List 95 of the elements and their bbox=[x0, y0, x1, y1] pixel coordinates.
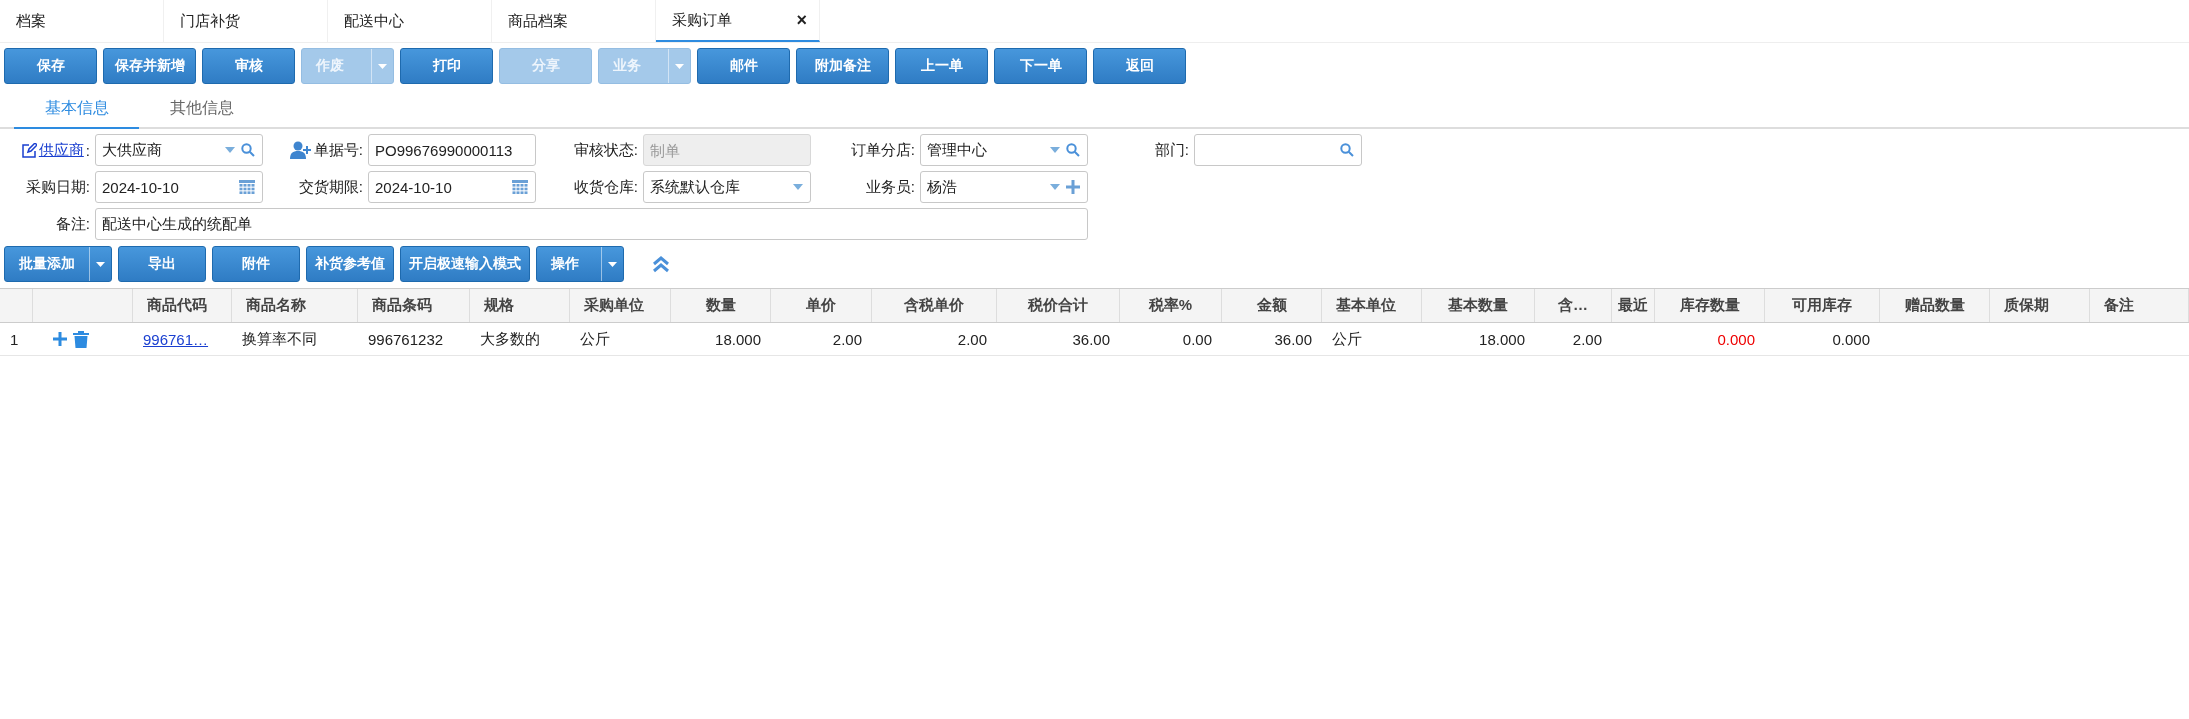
input-field[interactable]: 大供应商 bbox=[95, 134, 263, 166]
column-header[interactable]: 数量 bbox=[671, 289, 771, 322]
toolbar-button[interactable]: 下一单 bbox=[994, 48, 1087, 84]
toolbar-button[interactable]: 打印 bbox=[400, 48, 493, 84]
action-button[interactable]: 附件 bbox=[212, 246, 300, 282]
person-add-icon[interactable] bbox=[289, 141, 312, 159]
input-field[interactable]: 系统默认仓库 bbox=[643, 171, 811, 203]
table-cell-text: 0.00 bbox=[1181, 329, 1213, 350]
field-label: 业务员: bbox=[865, 177, 915, 197]
table-cell-text: 18.000 bbox=[1478, 329, 1526, 350]
sub-tab[interactable]: 基本信息 bbox=[14, 91, 139, 129]
column-header[interactable]: 规格 bbox=[470, 289, 570, 322]
field-label: 部门: bbox=[1154, 140, 1189, 160]
tab[interactable]: 门店补货 bbox=[164, 0, 328, 42]
plus-icon[interactable] bbox=[1066, 180, 1080, 194]
toolbar-button[interactable]: 附加备注 bbox=[796, 48, 889, 84]
action-button[interactable]: 导出 bbox=[118, 246, 206, 282]
column-header[interactable]: 金额 bbox=[1222, 289, 1322, 322]
product-code-link[interactable]: 996761… bbox=[133, 323, 232, 355]
table-cell-text: 0.000 bbox=[1831, 329, 1871, 350]
close-icon[interactable]: × bbox=[796, 9, 807, 31]
toolbar-button[interactable]: 保存 bbox=[4, 48, 97, 84]
double-chevron-up-icon[interactable] bbox=[652, 255, 670, 273]
sub-tab[interactable]: 其他信息 bbox=[139, 91, 264, 127]
toolbar-button[interactable]: 返回 bbox=[1093, 48, 1186, 84]
table-cell-text: 2.00 bbox=[1571, 329, 1603, 350]
column-header[interactable]: 质保期 bbox=[1990, 289, 2090, 322]
column-header[interactable]: 可用库存 bbox=[1765, 289, 1880, 322]
input-field[interactable]: 管理中心 bbox=[920, 134, 1088, 166]
column-header[interactable]: 库存数量 bbox=[1655, 289, 1765, 322]
column-header[interactable]: 最近 bbox=[1612, 289, 1655, 322]
table-cell-text: 换算率不同 bbox=[241, 328, 318, 349]
input-field[interactable]: PO99676990000113 bbox=[368, 134, 536, 166]
column-header[interactable]: 税率% bbox=[1120, 289, 1222, 322]
caret-icon bbox=[793, 184, 803, 190]
toolbar-button[interactable]: 邮件 bbox=[697, 48, 790, 84]
field-label: 订单分店: bbox=[850, 140, 915, 160]
column-header[interactable]: 商品代码 bbox=[133, 289, 232, 322]
column-header[interactable]: 商品条码 bbox=[358, 289, 470, 322]
column-header[interactable]: 赠品数量 bbox=[1880, 289, 1990, 322]
table-cell-text: 0.000 bbox=[1716, 329, 1756, 350]
table-cell-text: 18.000 bbox=[714, 329, 762, 350]
caret-icon bbox=[1050, 184, 1060, 190]
input-field[interactable] bbox=[1194, 134, 1362, 166]
column-header[interactable]: 商品名称 bbox=[232, 289, 358, 322]
trash-icon[interactable] bbox=[73, 330, 89, 348]
column-header[interactable]: 基本数量 bbox=[1422, 289, 1535, 322]
input-field[interactable]: 杨浩 bbox=[920, 171, 1088, 203]
column-header[interactable]: 备注 bbox=[2090, 289, 2189, 322]
search-icon[interactable] bbox=[241, 143, 255, 157]
calendar-icon[interactable] bbox=[512, 180, 528, 194]
column-header[interactable]: 单价 bbox=[771, 289, 872, 322]
action-button[interactable]: 操作 bbox=[536, 246, 624, 282]
tab[interactable]: 配送中心 bbox=[328, 0, 492, 42]
field-label: 备注: bbox=[55, 214, 90, 234]
tab[interactable]: 采购订单 × bbox=[656, 0, 820, 42]
toolbar-button[interactable]: 审核 bbox=[202, 48, 295, 84]
field-label: 单据号: bbox=[313, 140, 363, 160]
edit-icon[interactable] bbox=[21, 142, 37, 158]
table-cell-text: 996761232 bbox=[367, 329, 445, 350]
plus-icon[interactable] bbox=[53, 332, 67, 346]
calendar-icon[interactable] bbox=[239, 180, 255, 194]
column-header[interactable]: 采购单位 bbox=[570, 289, 671, 322]
input-field[interactable]: 2024-10-10 bbox=[95, 171, 263, 203]
caret-icon bbox=[225, 147, 235, 153]
table-cell-text: 大多数的 bbox=[479, 328, 541, 349]
table-cell-text: 36.00 bbox=[1273, 329, 1313, 350]
toolbar-button[interactable]: 上一单 bbox=[895, 48, 988, 84]
field-label: 审核状态: bbox=[573, 140, 638, 160]
column-header[interactable]: 含税单价 bbox=[872, 289, 997, 322]
table-cell-text: 36.00 bbox=[1071, 329, 1111, 350]
field-label: 收货仓库: bbox=[573, 177, 638, 197]
action-button[interactable]: 开启极速输入模式 bbox=[400, 246, 530, 282]
supplier-link[interactable]: 供应商 bbox=[38, 140, 84, 160]
table-cell-text: 公斤 bbox=[1331, 328, 1363, 349]
column-header[interactable]: 基本单位 bbox=[1322, 289, 1422, 322]
column-header[interactable]: 含… bbox=[1535, 289, 1612, 322]
action-button[interactable]: 补货参考值 bbox=[306, 246, 394, 282]
colon: : bbox=[85, 141, 90, 159]
toolbar-button[interactable]: 保存并新增 bbox=[103, 48, 196, 84]
tab[interactable]: 档案 bbox=[0, 0, 164, 42]
search-icon[interactable] bbox=[1066, 143, 1080, 157]
tab[interactable]: 商品档案 bbox=[492, 0, 656, 42]
input-field[interactable]: 2024-10-10 bbox=[368, 171, 536, 203]
caret-icon bbox=[1050, 147, 1060, 153]
field-label: 交货期限: bbox=[298, 177, 363, 197]
field-label: 采购日期: bbox=[25, 177, 90, 197]
table-cell-text: 公斤 bbox=[579, 328, 611, 349]
row-number: 1 bbox=[9, 329, 20, 350]
input-field[interactable]: 配送中心生成的统配单 bbox=[95, 208, 1088, 240]
search-icon[interactable] bbox=[1340, 143, 1354, 157]
table-cell-text: 2.00 bbox=[831, 329, 863, 350]
table-cell-text: 2.00 bbox=[956, 329, 988, 350]
column-header[interactable]: 税价合计 bbox=[997, 289, 1120, 322]
action-button[interactable]: 批量添加 bbox=[4, 246, 112, 282]
